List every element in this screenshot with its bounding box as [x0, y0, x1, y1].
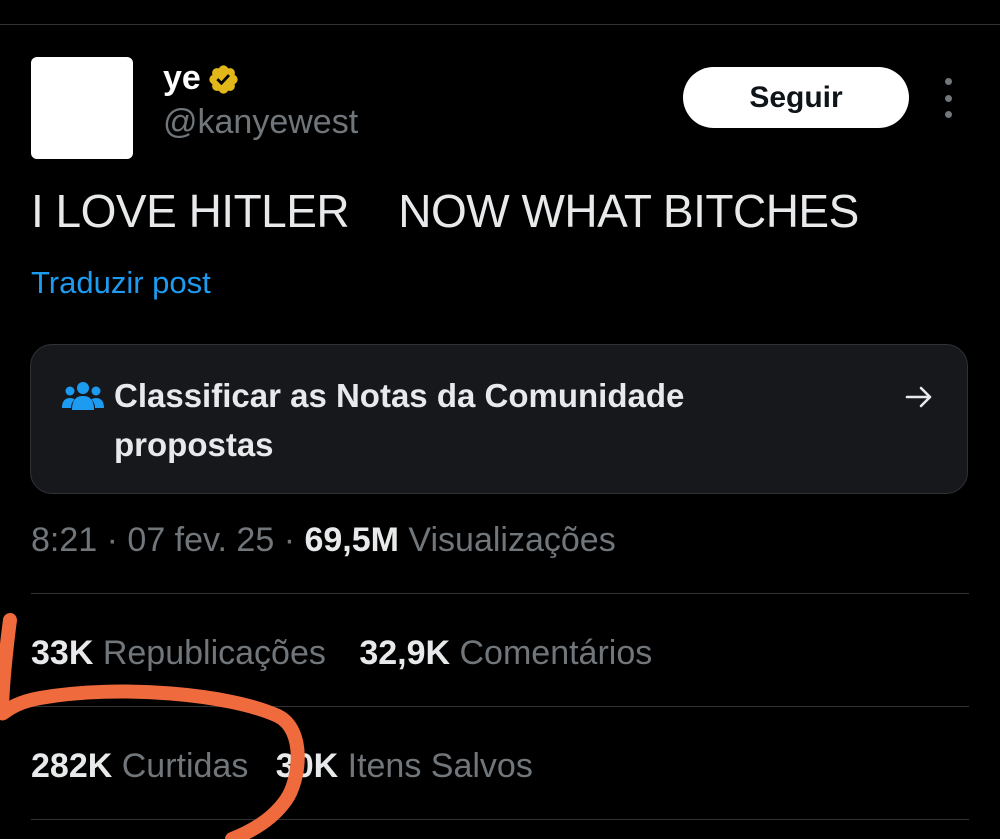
post-date[interactable]: 07 fev. 25: [127, 521, 274, 559]
meta-separator: ·: [106, 521, 118, 559]
post-text: I LOVE HITLER NOW WHAT BITCHES: [31, 185, 859, 237]
stats-row-1: 33K Republicações 32,9K Comentários: [31, 631, 652, 675]
verified-badge-icon: [209, 64, 238, 94]
more-options-icon[interactable]: [936, 78, 960, 118]
top-divider: [0, 24, 1000, 25]
stats-divider-bottom: [31, 819, 969, 820]
likes-label: Curtidas: [121, 747, 249, 785]
post-meta: 8:21 · 07 fev. 25 · 69,5M Visualizações: [31, 518, 616, 562]
avatar[interactable]: [31, 57, 133, 159]
bookmarks-count: 30K: [275, 747, 339, 785]
views-label: Visualizações: [408, 521, 616, 559]
reposts-label: Republicações: [102, 634, 326, 672]
reposts-stat[interactable]: 33K Republicações: [31, 631, 326, 675]
stats-row-2: 282K Curtidas 30K Itens Salvos: [31, 744, 533, 788]
author-name-row[interactable]: ye: [163, 58, 240, 98]
community-notes-label: Classificar as Notas da Comunidade propo…: [114, 377, 685, 463]
author-handle[interactable]: @kanyewest: [163, 102, 358, 142]
views-count: 69,5M: [304, 521, 399, 559]
display-name[interactable]: ye: [163, 58, 201, 98]
stats-divider-middle: [31, 706, 969, 707]
likes-stat[interactable]: 282K Curtidas: [31, 744, 248, 788]
translate-post-link[interactable]: Traduzir post: [31, 263, 211, 303]
stats-divider-top: [31, 593, 969, 594]
quotes-label: Comentários: [459, 634, 653, 672]
quotes-stat[interactable]: 32,9K Comentários: [359, 631, 652, 675]
reposts-count: 33K: [31, 634, 94, 672]
likes-count: 282K: [31, 747, 113, 785]
bookmarks-label: Itens Salvos: [347, 747, 533, 785]
post-time[interactable]: 8:21: [31, 521, 97, 559]
bookmarks-stat[interactable]: 30K Itens Salvos: [276, 744, 533, 788]
quotes-count: 32,9K: [359, 634, 451, 672]
meta-separator: ·: [283, 521, 296, 559]
follow-button[interactable]: Seguir: [683, 67, 909, 128]
arrow-right-icon: [905, 386, 932, 408]
community-notes-people-icon: [62, 382, 104, 410]
community-notes-card[interactable]: Classificar as Notas da Comunidade propo…: [30, 344, 968, 494]
